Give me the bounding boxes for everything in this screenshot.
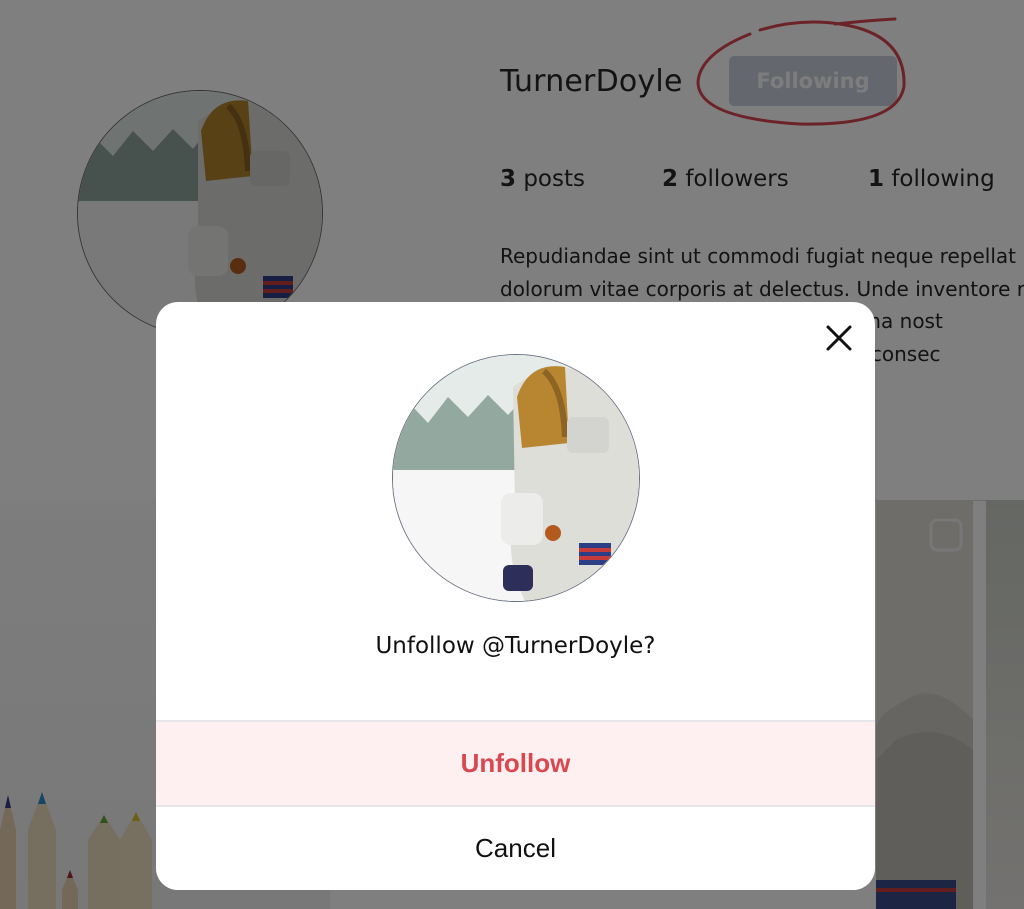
dialog-avatar: [392, 354, 640, 602]
profile-page: TurnerDoyle Following 3 posts 2 follower…: [0, 0, 1024, 909]
unfollow-dialog: Unfollow @TurnerDoyle? Unfollow Cancel: [156, 302, 875, 890]
unfollow-button[interactable]: Unfollow: [156, 722, 875, 805]
close-icon[interactable]: [823, 322, 855, 354]
unfollow-question: Unfollow @TurnerDoyle?: [375, 633, 656, 659]
astronaut-photo: [393, 355, 639, 601]
cancel-button[interactable]: Cancel: [156, 807, 875, 890]
